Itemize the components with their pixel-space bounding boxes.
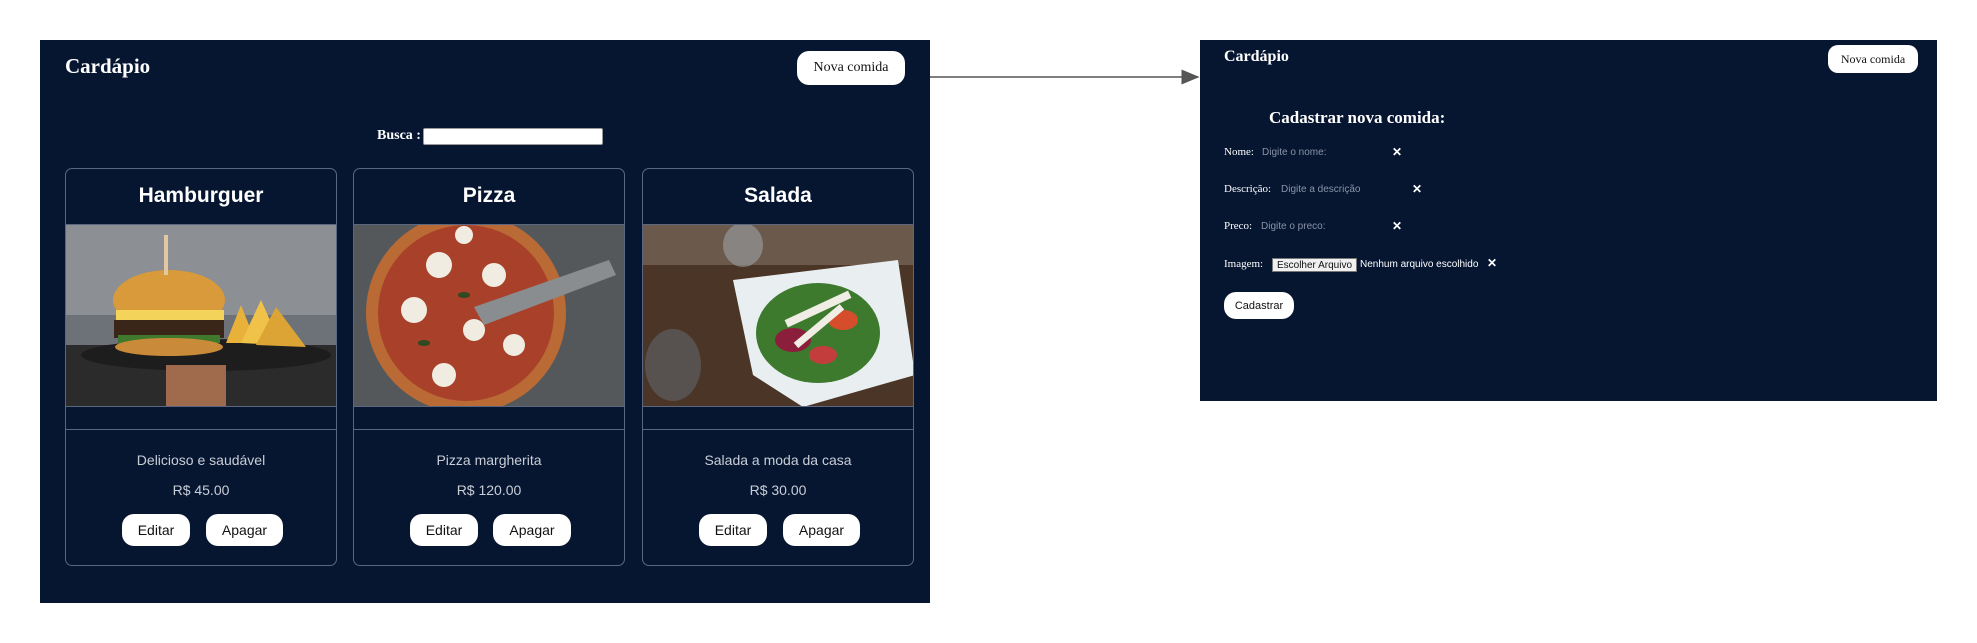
salad-photo [643, 224, 913, 407]
clear-price-icon[interactable]: ✕ [1392, 219, 1402, 233]
food-name: Hamburguer [138, 184, 264, 207]
description-label: Descrição: [1224, 183, 1272, 195]
file-status-text: Nenhum arquivo escolhido [1360, 259, 1479, 270]
name-input[interactable] [1262, 147, 1382, 158]
new-food-button[interactable]: Nova comida [1828, 45, 1918, 73]
delete-button[interactable]: Apagar [783, 514, 860, 546]
edit-button[interactable]: Editar [699, 514, 767, 546]
card-divider [643, 429, 913, 430]
choose-file-button[interactable]: Escolher Arquivo [1272, 258, 1357, 272]
food-description: Pizza margherita [436, 452, 542, 468]
new-food-form-screen: Cardápio Nova comida Cadastrar nova comi… [1200, 40, 1937, 401]
food-card-pizza: Pizza Pizza margherita R$ 120.00 Editar … [353, 168, 625, 566]
food-name: Salada [744, 184, 812, 207]
food-price: R$ 120.00 [456, 482, 522, 498]
new-food-button[interactable]: Nova comida [797, 51, 905, 85]
food-name: Pizza [462, 184, 516, 207]
card-divider [354, 429, 624, 430]
edit-button[interactable]: Editar [122, 514, 190, 546]
search-label: Busca : [377, 128, 421, 143]
clear-image-icon[interactable]: ✕ [1487, 256, 1497, 270]
delete-button[interactable]: Apagar [493, 514, 571, 546]
food-card-hamburguer: Hamburguer Delicioso e saudável R$ 45.00… [65, 168, 337, 566]
name-label: Nome: [1224, 146, 1254, 158]
hamburger-photo [66, 224, 336, 407]
edit-button[interactable]: Editar [410, 514, 478, 546]
image-label: Imagem: [1224, 258, 1264, 270]
food-card-salada: Salada Salada a moda da casa R$ 30.00 Ed… [642, 168, 914, 566]
app-title: Cardápio [65, 54, 151, 78]
search-input[interactable] [423, 128, 603, 145]
card-divider [66, 429, 336, 430]
price-input[interactable] [1261, 221, 1381, 232]
pizza-photo [354, 224, 624, 407]
clear-description-icon[interactable]: ✕ [1412, 182, 1422, 196]
description-input[interactable] [1281, 184, 1401, 195]
app-title: Cardápio [1224, 48, 1289, 65]
food-description: Delicioso e saudável [136, 452, 266, 468]
food-price: R$ 45.00 [172, 482, 230, 498]
food-description: Salada a moda da casa [704, 452, 852, 468]
submit-button[interactable]: Cadastrar [1224, 292, 1294, 319]
delete-button[interactable]: Apagar [206, 514, 283, 546]
price-label: Preco: [1224, 220, 1253, 232]
clear-name-icon[interactable]: ✕ [1392, 145, 1402, 159]
menu-screen: Cardápio Nova comida Busca : Hamburguer [40, 40, 930, 603]
food-price: R$ 30.00 [749, 482, 807, 498]
form-heading: Cadastrar nova comida: [1269, 108, 1446, 127]
